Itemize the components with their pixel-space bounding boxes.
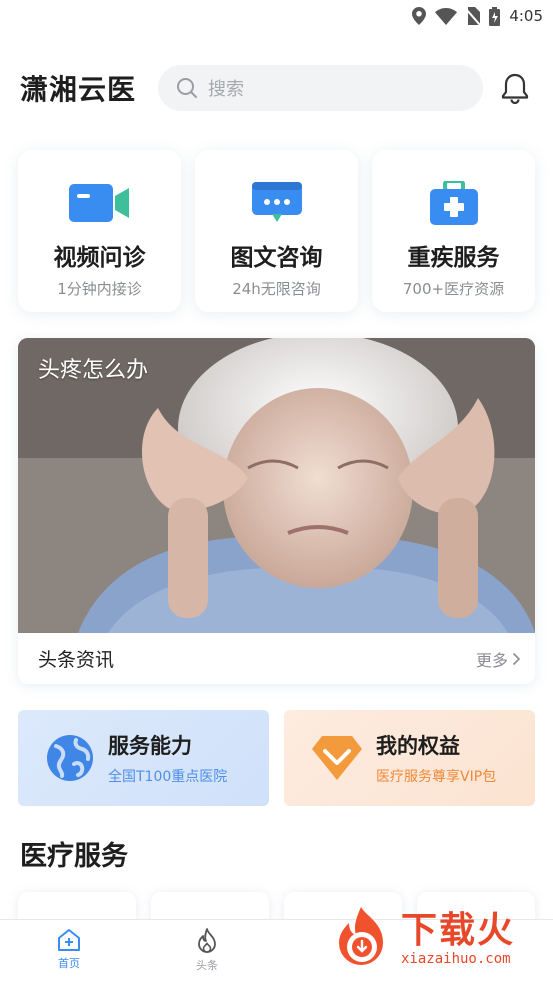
my-benefits-card[interactable]: 我的权益 医疗服务尊享VIP包 — [284, 710, 535, 806]
text-consult-card[interactable]: 图文咨询 24h无限咨询 — [195, 150, 358, 312]
no-sim-icon — [466, 7, 481, 25]
text-consult-subtitle: 24h无限咨询 — [232, 280, 321, 298]
banner-image: 头疼怎么办 — [18, 338, 535, 633]
critical-illness-subtitle: 700+医疗资源 — [402, 280, 505, 298]
service-capability-subtitle: 全国T100重点医院 — [108, 769, 228, 785]
tab-headlines[interactable]: 头条 — [138, 920, 276, 983]
wifi-icon — [435, 7, 458, 25]
search-input[interactable]: 搜索 — [158, 65, 483, 111]
globe-icon — [47, 735, 93, 781]
feature-row: 服务能力 全国T100重点医院 我的权益 医疗服务尊享VIP包 — [18, 710, 535, 806]
xiazaihuo-logo-icon — [339, 907, 383, 965]
my-benefits-subtitle: 医疗服务尊享VIP包 — [376, 769, 497, 785]
news-banner[interactable]: 头疼怎么办 头条资讯 更多 — [18, 338, 535, 684]
service-capability-title: 服务能力 — [108, 734, 192, 758]
service-cards: 视频问诊 1分钟内接诊 图文咨询 24h无限咨询 重疾服务 700+医疗资源 — [18, 150, 535, 312]
chevron-right-icon — [512, 652, 521, 665]
critical-illness-title: 重疾服务 — [407, 245, 500, 271]
medical-services-title: 医疗服务 — [20, 841, 128, 872]
watermark-text: 下载火 xiazaihuo.com — [401, 910, 516, 968]
video-camera-icon — [68, 184, 129, 222]
tab-home-label: 首页 — [58, 957, 80, 970]
my-benefits-title: 我的权益 — [376, 734, 460, 758]
banner-footer: 头条资讯 更多 — [18, 633, 535, 684]
search-placeholder: 搜索 — [208, 79, 244, 100]
bell-icon — [501, 73, 529, 104]
status-time: 4:05 — [509, 7, 543, 25]
watermark: 下载火 xiazaihuo.com — [325, 903, 547, 975]
video-consult-title: 视频问诊 — [53, 245, 146, 271]
tab-headlines-label: 头条 — [196, 959, 218, 972]
search-icon — [177, 78, 197, 98]
chat-bubble-icon — [251, 182, 302, 222]
video-consult-card[interactable]: 视频问诊 1分钟内接诊 — [18, 150, 181, 312]
home-icon — [58, 929, 80, 951]
critical-illness-card[interactable]: 重疾服务 700+医疗资源 — [372, 150, 535, 312]
news-section-label: 头条资讯 — [38, 649, 115, 671]
video-consult-subtitle: 1分钟内接诊 — [57, 280, 142, 298]
more-link[interactable]: 更多 — [476, 647, 521, 671]
tab-home[interactable]: 首页 — [0, 920, 138, 983]
diamond-icon — [312, 736, 362, 780]
service-capability-card[interactable]: 服务能力 全国T100重点医院 — [18, 710, 269, 806]
medical-kit-icon — [429, 181, 478, 225]
watermark-en: xiazaihuo.com — [401, 951, 511, 967]
status-bar: 4:05 — [0, 0, 553, 32]
notification-button[interactable] — [497, 70, 533, 106]
header: 潇湘云医 搜索 — [20, 62, 533, 114]
text-consult-title: 图文咨询 — [230, 245, 323, 271]
fire-icon — [198, 928, 216, 953]
more-label: 更多 — [475, 650, 508, 670]
battery-icon — [489, 6, 501, 26]
banner-caption: 头疼怎么办 — [38, 358, 149, 383]
location-icon — [412, 7, 427, 25]
watermark-cn: 下载火 — [401, 910, 516, 951]
app-title: 潇湘云医 — [20, 73, 137, 106]
